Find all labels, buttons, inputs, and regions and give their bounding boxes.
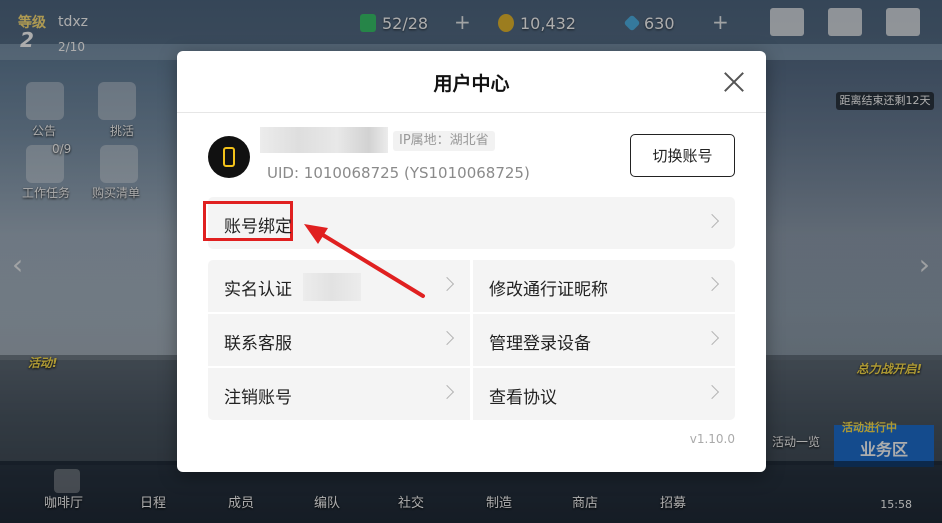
user-uid: UID: 1010068725 (YS1010068725): [267, 164, 530, 182]
chevron-right-icon: [704, 330, 720, 346]
edit-nickname-item[interactable]: 修改通行证昵称: [473, 260, 735, 312]
switch-account-button[interactable]: 切换账号: [630, 134, 735, 177]
dialog-title: 用户中心: [433, 73, 510, 95]
close-icon[interactable]: [724, 72, 744, 92]
chevron-right-icon: [439, 276, 455, 292]
edit-nickname-label: 修改通行证昵称: [489, 280, 608, 300]
account-binding-row[interactable]: 账号绑定: [203, 197, 735, 249]
ip-location-tag: IP属地：湖北省: [393, 131, 495, 151]
chevron-right-icon: [439, 384, 455, 400]
account-binding-label: 账号绑定: [224, 217, 292, 237]
view-agreement-label: 查看协议: [489, 388, 557, 408]
contact-support-label: 联系客服: [224, 334, 292, 354]
real-name-auth-label: 实名认证: [224, 280, 292, 300]
version-label: v1.10.0: [689, 432, 735, 446]
settings-grid: 实名认证 修改通行证昵称 联系客服 管理登录设备 注销账号 查看协议: [208, 260, 735, 421]
delete-account-item[interactable]: 注销账号: [208, 368, 470, 420]
chevron-right-icon: [704, 276, 720, 292]
delete-account-label: 注销账号: [224, 388, 292, 408]
title-divider: [177, 112, 766, 113]
manage-devices-label: 管理登录设备: [489, 334, 591, 354]
chevron-right-icon: [704, 384, 720, 400]
chevron-right-icon: [439, 330, 455, 346]
contact-support-item[interactable]: 联系客服: [208, 314, 470, 366]
user-center-dialog: 用户中心 IP属地：湖北省 UID: 1010068725 (YS1010068…: [177, 51, 766, 472]
avatar: [208, 136, 250, 178]
manage-devices-item[interactable]: 管理登录设备: [473, 314, 735, 366]
username-redacted: [260, 127, 388, 153]
phone-icon: [223, 147, 235, 167]
real-name-auth-item[interactable]: 实名认证: [208, 260, 470, 312]
view-agreement-item[interactable]: 查看协议: [473, 368, 735, 420]
chevron-right-icon: [704, 213, 720, 229]
real-name-redacted: [303, 273, 361, 301]
